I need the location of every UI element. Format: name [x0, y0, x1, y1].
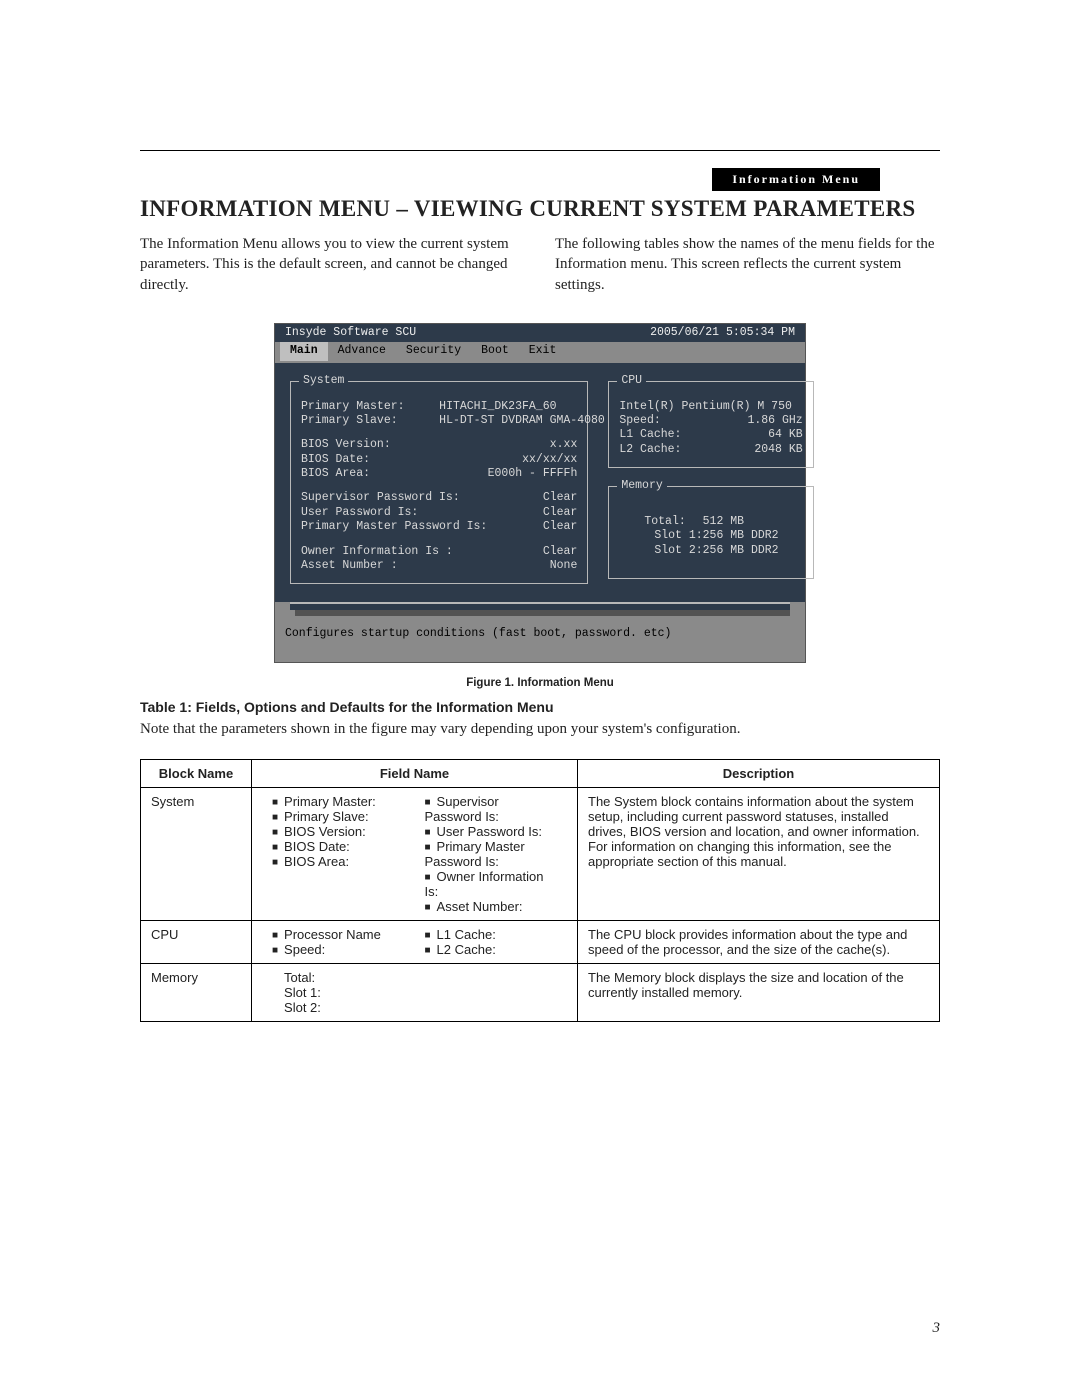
bv-label: BIOS Version:: [301, 438, 411, 452]
desc-cell: The Memory block displays the size and l…: [578, 963, 940, 1021]
intro-columns: The Information Menu allows you to view …: [140, 234, 940, 295]
bios-menu-main: Main: [280, 342, 328, 360]
up-value: Clear: [487, 506, 577, 520]
desc-cell: The System block contains information ab…: [578, 787, 940, 920]
fields-table: Block Name Field Name Description System…: [140, 759, 940, 1022]
block-cell: System: [141, 787, 252, 920]
bios-menu-boot: Boot: [471, 342, 519, 360]
system-box-title: System: [299, 374, 348, 388]
memory-box-title: Memory: [617, 479, 666, 493]
pmp-value: Clear: [487, 520, 577, 534]
th-desc: Description: [578, 759, 940, 787]
bios-datetime: 2005/06/21 5:05:34 PM: [650, 326, 795, 340]
mt-value: 512 MB: [703, 515, 803, 529]
system-box: System Primary Master:HITACHI_DK23FA_60 …: [290, 381, 588, 585]
l1-value: 64 KB: [713, 428, 803, 442]
oi-label: Owner Information Is :: [301, 545, 487, 559]
memory-box: Memory Total:512 MB Slot 1:256 MB DDR2 S…: [608, 486, 813, 579]
cpu-name: Intel(R) Pentium(R) M 750: [619, 400, 802, 414]
l2-label: L2 Cache:: [619, 443, 712, 457]
figure-caption: Figure 1. Information Menu: [140, 677, 940, 689]
bios-help: Configures startup conditions (fast boot…: [275, 621, 805, 661]
an-label: Asset Number :: [301, 559, 411, 573]
cpu-box-title: CPU: [617, 374, 646, 388]
bios-menu-advance: Advance: [328, 342, 396, 360]
bv-value: x.xx: [550, 438, 578, 452]
table-note: Note that the parameters shown in the fi…: [140, 719, 940, 739]
s1-label: Slot 1:: [654, 529, 702, 543]
intro-left: The Information Menu allows you to view …: [140, 234, 525, 295]
field-cell: ■Total:■Slot 1:■Slot 2:: [252, 963, 578, 1021]
intro-right: The following tables show the names of t…: [555, 234, 940, 295]
ps-label: Primary Slave:: [301, 414, 439, 428]
field-cell: ■Processor Name■Speed:■L1 Cache:■L2 Cach…: [252, 920, 578, 963]
th-block: Block Name: [141, 759, 252, 787]
header-tab: Information Menu: [712, 168, 880, 191]
page-number: 3: [933, 1320, 941, 1337]
table-title: Table 1: Fields, Options and Defaults fo…: [140, 699, 940, 715]
block-cell: Memory: [141, 963, 252, 1021]
s2-label: Slot 2:: [654, 544, 702, 558]
s2-value: 256 MB DDR2: [703, 544, 803, 558]
up-label: User Password Is:: [301, 506, 487, 520]
ps-value: HL-DT-ST DVDRAM GMA-4080: [439, 414, 577, 428]
bios-menu-exit: Exit: [519, 342, 567, 360]
ba-label: BIOS Area:: [301, 467, 411, 481]
sp-label: Supervisor Password Is:: [301, 491, 487, 505]
pmp-label: Primary Master Password Is:: [301, 520, 487, 534]
l2-value: 2048 KB: [713, 443, 803, 457]
mt-label: Total:: [644, 515, 702, 529]
bios-menu: MainAdvanceSecurityBootExit: [275, 342, 805, 362]
bios-menu-security: Security: [396, 342, 471, 360]
bios-screenshot: Insyde Software SCU 2005/06/21 5:05:34 P…: [274, 323, 806, 663]
field-cell: ■Primary Master:■Primary Slave:■BIOS Ver…: [252, 787, 578, 920]
page-title: INFORMATION MENU – VIEWING CURRENT SYSTE…: [140, 196, 940, 222]
pm-label: Primary Master:: [301, 400, 439, 414]
cpu-box: CPU Intel(R) Pentium(R) M 750 Speed:1.86…: [608, 381, 813, 469]
bios-product: Insyde Software SCU: [285, 326, 416, 340]
pm-value: HITACHI_DK23FA_60: [439, 400, 577, 414]
ba-value: E000h - FFFFh: [488, 467, 578, 481]
block-cell: CPU: [141, 920, 252, 963]
th-field: Field Name: [252, 759, 578, 787]
speed-label: Speed:: [619, 414, 712, 428]
bd-value: xx/xx/xx: [522, 453, 577, 467]
bd-label: BIOS Date:: [301, 453, 411, 467]
oi-value: Clear: [487, 545, 577, 559]
l1-label: L1 Cache:: [619, 428, 712, 442]
speed-value: 1.86 GHz: [713, 414, 803, 428]
sp-value: Clear: [487, 491, 577, 505]
an-value: None: [550, 559, 578, 573]
s1-value: 256 MB DDR2: [703, 529, 803, 543]
desc-cell: The CPU block provides information about…: [578, 920, 940, 963]
